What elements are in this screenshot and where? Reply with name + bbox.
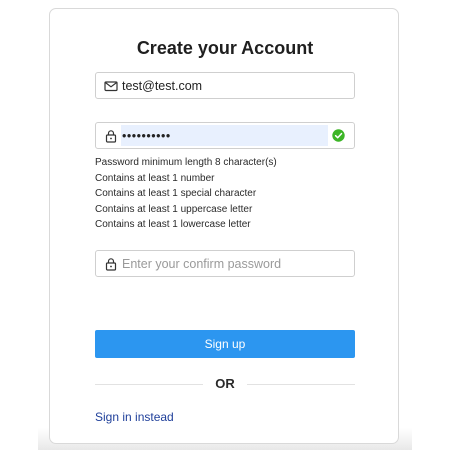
page-title: Create your Account [136, 38, 314, 58]
sign-in-link[interactable]: Sign in instead [95, 410, 174, 424]
password-rules-list: Password minimum length 8 character(s) C… [95, 155, 365, 233]
email-input[interactable] [121, 75, 346, 96]
or-divider: OR [95, 376, 355, 392]
mail-icon [104, 79, 118, 93]
password-rule: Contains at least 1 uppercase letter [95, 203, 253, 215]
divider-line-right [247, 384, 355, 385]
confirm-password-input[interactable] [121, 253, 346, 274]
lock-icon [104, 257, 118, 271]
password-rule: Contains at least 1 number [95, 172, 215, 184]
confirm-password-field[interactable] [95, 250, 355, 277]
check-circle-icon [332, 129, 345, 142]
password-rule: Contains at least 1 lowercase letter [95, 219, 251, 230]
password-input[interactable] [121, 125, 328, 146]
signup-card: Create your Account test@test.com ••••••… [49, 8, 399, 444]
lock-icon [104, 129, 118, 143]
password-field[interactable] [95, 122, 355, 149]
password-rule: Contains at least 1 special character [95, 188, 257, 199]
sign-up-button[interactable]: Sign up [95, 330, 355, 358]
email-field[interactable] [95, 72, 355, 99]
password-rule: Password minimum length 8 character(s) [95, 157, 277, 168]
page: Create your Account test@test.com ••••••… [0, 0, 450, 450]
